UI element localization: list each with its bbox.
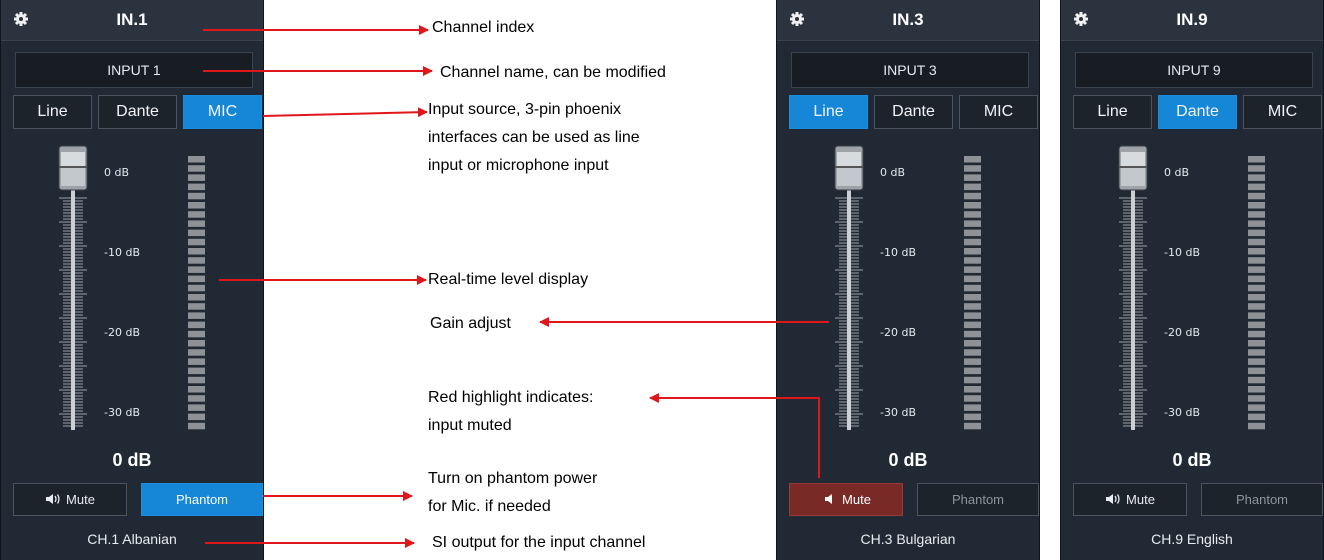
annotation-line: interfaces can be used as line xyxy=(428,129,640,146)
annotation-line: input muted xyxy=(428,417,512,434)
annotation-line: Input source, 3-pin phoenix xyxy=(428,101,622,118)
annotation-line: Turn on phantom power xyxy=(428,470,598,487)
annotation-channel-name: Channel name, can be modified xyxy=(440,64,666,81)
annotation-input-source: Input source, 3-pin phoenix interfaces c… xyxy=(428,96,640,180)
annotation-channel-index: Channel index xyxy=(432,19,535,36)
annotation-level-display: Real-time level display xyxy=(428,271,589,288)
annotation-phantom-note: Turn on phantom power for Mic. if needed xyxy=(428,465,597,521)
annotation-si-output: SI output for the input channel xyxy=(432,534,646,551)
annotation-mute-note: Red highlight indicates: input muted xyxy=(428,384,593,440)
annotation-line: for Mic. if needed xyxy=(428,498,551,515)
annotation-line: input or microphone input xyxy=(428,157,609,174)
annotation-gain-adjust: Gain adjust xyxy=(430,315,511,332)
arrow-mute-note xyxy=(649,393,820,478)
arrow-input-source xyxy=(262,107,428,118)
annotation-line: Red highlight indicates: xyxy=(428,389,594,406)
